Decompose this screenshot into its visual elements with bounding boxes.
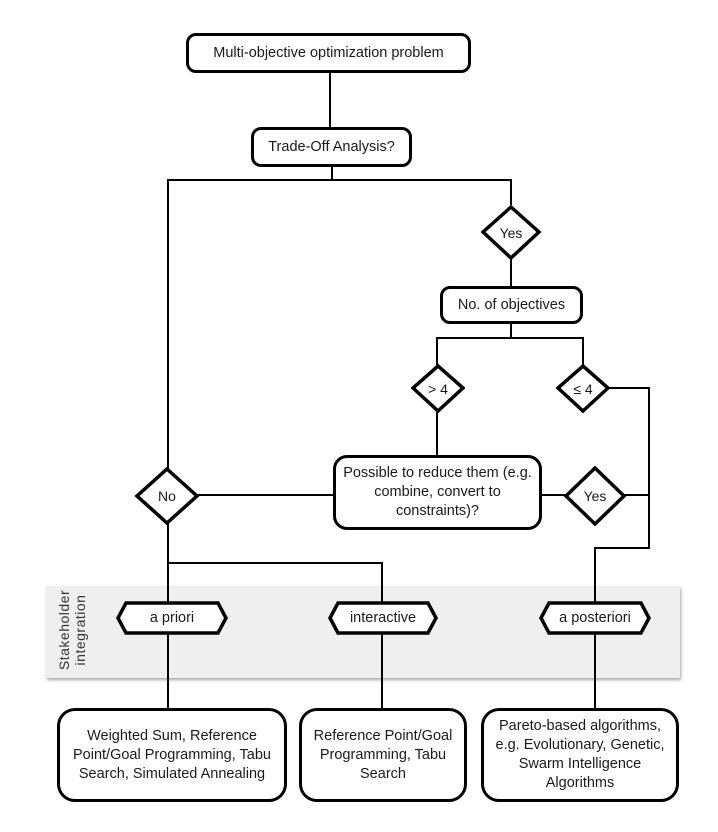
mode-label: a posteriori [559, 610, 631, 626]
no-label: No [158, 488, 176, 504]
method-box-interactive: Reference Point/Goal Programming, Tabu S… [299, 708, 467, 802]
connector [436, 337, 584, 365]
objectives-count-box: No. of objectives [440, 286, 583, 324]
connector [167, 179, 512, 470]
mode-a-priori: a priori [116, 601, 228, 635]
method-box-a-priori: Weighted Sum, Reference Point/Goal Progr… [57, 708, 287, 802]
yes-diamond: Yes [481, 205, 541, 260]
connector [168, 562, 383, 602]
start-box: Multi-objective optimization problem [186, 33, 471, 73]
reduce-question-text: Possible to reduce them (e.g. combine, c… [343, 465, 532, 519]
mode-interactive: interactive [328, 601, 438, 635]
reduce-yes-label: Yes [583, 488, 607, 504]
method-box-a-posteriori: Pareto-based algorithms, e.g. Evolutiona… [481, 708, 679, 802]
mode-label: a priori [149, 610, 195, 626]
method-text: Reference Point/Goal Programming, Tabu S… [313, 727, 453, 782]
more-than-four-label: > 4 [428, 380, 448, 397]
method-text: Pareto-based algorithms, e.g. Evolutiona… [495, 718, 665, 791]
objectives-count-text: No. of objectives [457, 296, 566, 313]
method-text: Weighted Sum, Reference Point/Goal Progr… [72, 727, 271, 782]
reduce-yes-diamond: Yes [563, 466, 627, 526]
mode-label: interactive [349, 610, 417, 626]
at-most-four-diamond: ≤ 4 [556, 364, 610, 413]
start-text: Multi-objective optimization problem [213, 44, 444, 61]
at-most-four-label: ≤ 4 [573, 380, 593, 397]
no-diamond: No [134, 467, 200, 525]
more-than-four-diamond: > 4 [411, 364, 465, 413]
tradeoff-text: Trade-Off Analysis? [268, 138, 395, 155]
mode-a-posteriori: a posteriori [539, 601, 651, 635]
yes-label: Yes [499, 224, 523, 241]
reduce-question-box: Possible to reduce them (e.g. combine, c… [333, 455, 542, 530]
tradeoff-decision-box: Trade-Off Analysis? [251, 127, 412, 167]
